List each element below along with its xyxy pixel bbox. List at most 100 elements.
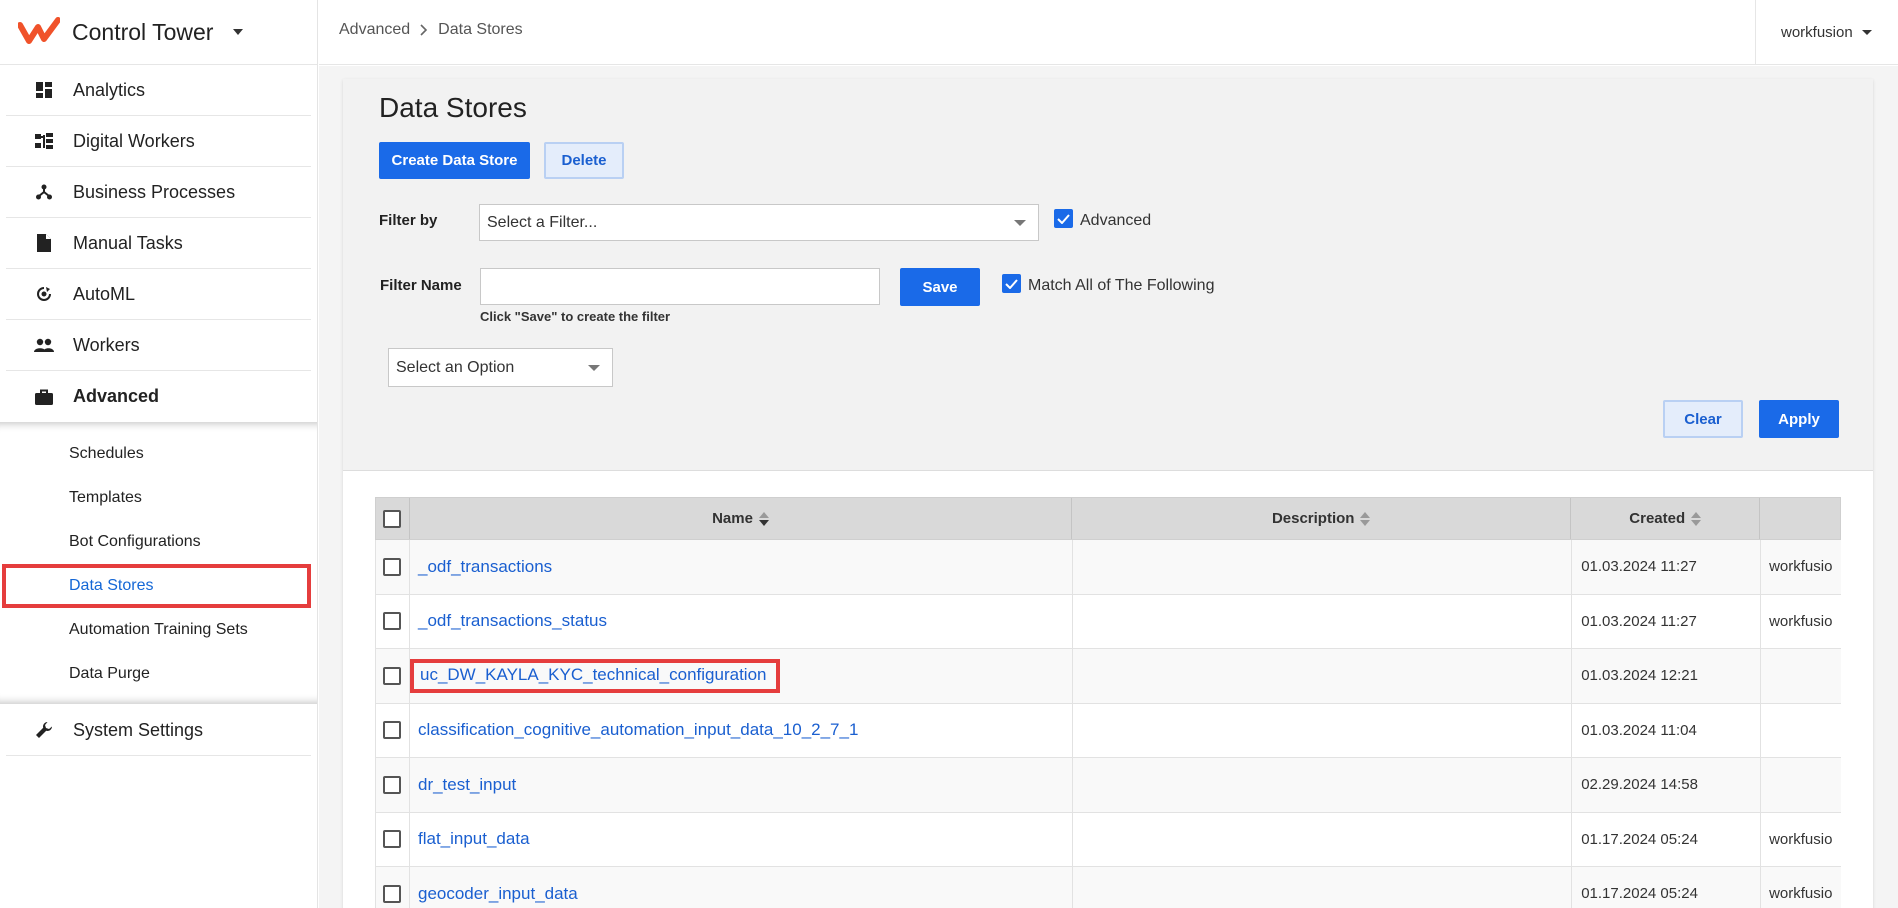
filter-name-input[interactable] [480,268,880,305]
dropdown-arrow-icon [588,364,600,371]
breadcrumb-item-advanced[interactable]: Advanced [339,21,410,39]
subnav-item-data-purge[interactable]: Data Purge [0,652,317,696]
data-stores-panel: Data Stores Create Data Store Delete Fil… [343,79,1873,908]
sidebar-item-advanced[interactable]: Advanced [6,371,311,422]
name-cell: classification_cognitive_automation_inpu… [410,703,1073,757]
column-header-owner [1760,498,1840,539]
sidebar-item-digital-workers[interactable]: Digital Workers [6,116,311,167]
sidebar-item-automl[interactable]: AutoML [6,269,311,320]
row-checkbox[interactable] [383,666,402,685]
subnav-item-templates[interactable]: Templates [0,476,317,520]
create-data-store-button[interactable]: Create Data Store [379,142,530,179]
created-cell: 01.17.2024 05:24 [1572,812,1762,866]
match-all-checkbox[interactable] [1002,274,1021,293]
created-cell: 01.03.2024 12:21 [1572,649,1762,703]
sidebar-item-workers[interactable]: Workers [6,320,311,371]
automl-icon [32,282,56,306]
data-stores-table: Name Description Created _odf_transactio… [375,497,1841,908]
column-header-description[interactable]: Description [1072,498,1572,539]
row-select-cell [376,540,410,594]
caret-down-icon [233,29,244,35]
main-content: Data Stores Create Data Store Delete Fil… [319,66,1898,908]
data-store-link[interactable]: _odf_transactions [418,557,552,577]
sidebar-item-label: Workers [73,334,140,355]
row-checkbox[interactable] [383,557,402,576]
row-select-cell [376,812,410,866]
data-store-link[interactable]: classification_cognitive_automation_inpu… [418,720,858,740]
data-store-link[interactable]: _odf_transactions_status [418,611,607,631]
briefcase-icon [32,385,56,409]
row-select-cell [376,649,410,703]
column-header-label: Name [712,510,753,527]
sidebar-item-label: Business Processes [73,181,236,202]
owner-cell [1761,758,1841,812]
created-cell: 01.03.2024 11:27 [1572,594,1762,648]
sidebar-item-analytics[interactable]: Analytics [6,65,311,116]
data-store-link[interactable]: geocoder_input_data [418,884,578,904]
table-row: flat_input_data 01.17.2024 05:24 workfus… [375,812,1841,867]
description-cell [1073,867,1573,908]
user-menu[interactable]: workfusion [1755,0,1898,65]
filter-select[interactable]: Select a Filter... [479,204,1039,241]
description-cell [1073,703,1573,757]
description-cell [1073,649,1573,703]
name-cell: dr_test_input [410,758,1073,812]
select-all-checkbox[interactable] [383,509,402,528]
sort-icon [1691,511,1702,526]
description-cell [1073,540,1573,594]
filter-name-label: Filter Name [380,277,462,294]
sidebar-item-label: Advanced [73,386,160,406]
row-checkbox[interactable] [383,884,402,903]
sidebar-item-manual-tasks[interactable]: Manual Tasks [6,218,311,269]
column-header-name[interactable]: Name [410,498,1073,539]
created-cell: 01.03.2024 11:04 [1572,703,1762,757]
subnav-item-data-stores[interactable]: Data Stores [2,564,311,608]
subnav-item-bot-configurations[interactable]: Bot Configurations [0,520,317,564]
owner-cell: workfusio [1769,558,1833,576]
main-nav: Analytics Digital Workers Business Proce… [0,65,317,422]
owner-cell [1761,704,1841,758]
clear-button[interactable]: Clear [1663,400,1743,438]
owner-cell: workfusio [1769,885,1833,903]
owner-cell: workfusio [1769,612,1833,630]
table-header: Name Description Created [375,497,1841,540]
row-select-cell [376,703,410,757]
app-switcher[interactable]: Control Tower [0,0,317,65]
row-checkbox[interactable] [383,775,402,794]
sidebar-item-business-processes[interactable]: Business Processes [6,167,311,218]
row-checkbox[interactable] [383,721,402,740]
row-checkbox[interactable] [383,830,402,849]
option-select-value: Select an Option [396,358,515,376]
delete-button[interactable]: Delete [544,142,624,179]
table-row: geocoder_input_data 01.17.2024 05:24 wor… [375,867,1841,908]
option-select[interactable]: Select an Option [388,348,613,387]
column-header-label: Created [1629,510,1686,527]
data-store-link[interactable]: dr_test_input [418,775,516,795]
data-store-link-highlighted[interactable]: uc_DW_KAYLA_KYC_technical_configuration [409,658,781,693]
breadcrumb: Advanced Data Stores [339,21,523,39]
chevron-right-icon [420,24,428,36]
advanced-checkbox[interactable] [1054,209,1073,228]
data-store-link[interactable]: flat_input_data [418,829,530,849]
sidebar-item-system-settings[interactable]: System Settings [6,705,311,756]
name-cell: flat_input_data [410,812,1073,866]
sort-icon [758,511,769,526]
row-select-cell [376,867,410,908]
owner-cell [1761,649,1841,703]
column-header-created[interactable]: Created [1571,498,1761,539]
description-cell [1073,758,1573,812]
subnav-item-schedules[interactable]: Schedules [0,432,317,476]
sort-icon [1360,511,1371,526]
name-cell: _odf_transactions [410,540,1073,594]
subnav-item-automation-training-sets[interactable]: Automation Training Sets [0,608,317,652]
table-row: uc_DW_KAYLA_KYC_technical_configuration … [375,649,1841,704]
created-cell: 02.29.2024 14:58 [1572,758,1762,812]
checkmark-icon [1057,213,1070,224]
save-button[interactable]: Save [900,268,980,306]
row-checkbox[interactable] [383,612,402,631]
table-row: _odf_transactions_status 01.03.2024 11:2… [375,594,1841,649]
apply-button[interactable]: Apply [1759,400,1839,438]
save-hint: Click "Save" to create the filter [480,309,671,324]
people-icon [32,333,56,357]
name-cell: _odf_transactions_status [410,594,1073,648]
